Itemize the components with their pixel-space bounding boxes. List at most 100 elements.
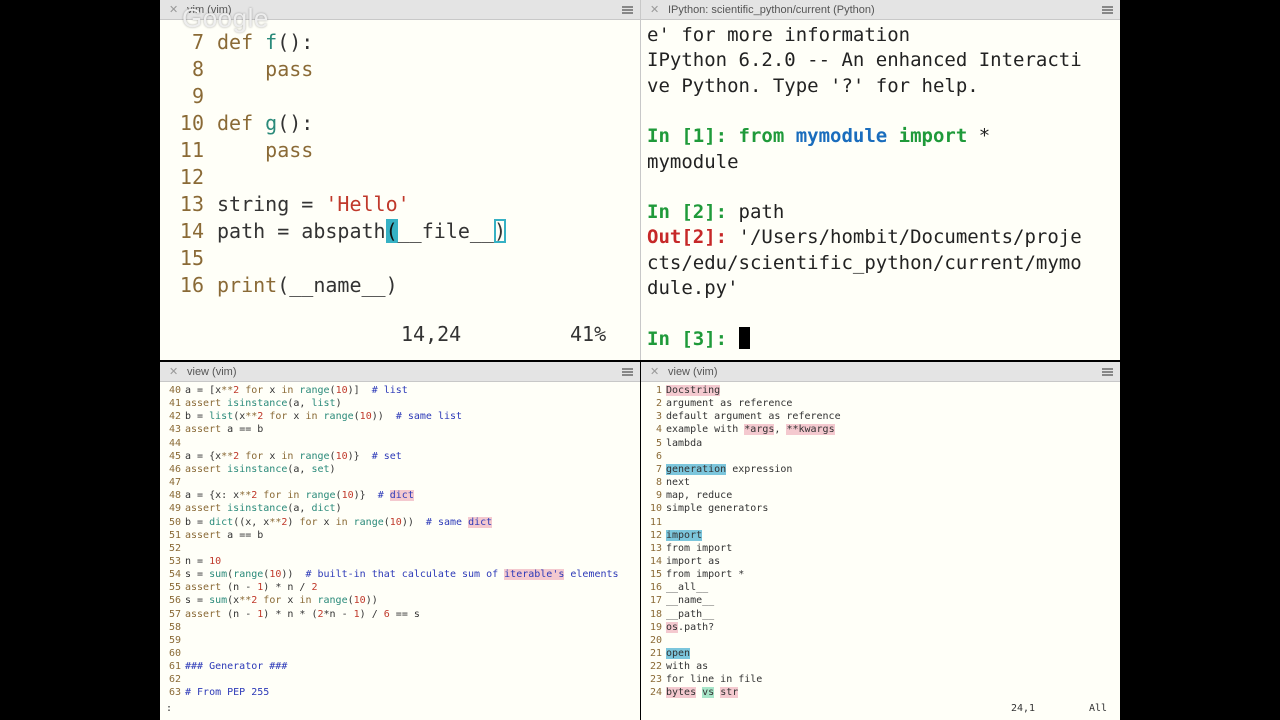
- code-line[interactable]: 14 import as: [641, 555, 720, 568]
- line-number: 47: [168, 477, 181, 489]
- code-line[interactable]: 22 with as: [641, 660, 708, 673]
- code-line[interactable]: 40 a = [x**2 for x in range(10)] # list: [160, 384, 408, 397]
- code-line[interactable]: 16 __all__: [641, 581, 708, 594]
- code-line[interactable]: 52: [160, 542, 185, 555]
- close-icon[interactable]: ✕: [169, 3, 178, 16]
- hamburger-icon[interactable]: [1102, 6, 1113, 14]
- code-token: 10: [341, 490, 354, 502]
- code-line[interactable]: 45 a = {x**2 for x in range(10)} # set: [160, 450, 402, 463]
- code-line[interactable]: 17 __name__: [641, 594, 714, 607]
- editor-line[interactable]: 11 pass: [160, 137, 313, 164]
- code-line[interactable]: 13 from import: [641, 542, 732, 555]
- code-line[interactable]: 41 assert isinstance(a, list): [160, 397, 342, 410]
- code-line[interactable]: 58: [160, 621, 185, 634]
- code-line[interactable]: 48 a = {x: x**2 for in range(10)} # dict: [160, 489, 414, 502]
- code-line[interactable]: 63 # From PEP 255: [160, 686, 269, 699]
- code-line[interactable]: 44: [160, 437, 185, 450]
- code-line[interactable]: 55 assert (n - 1) * n / 2: [160, 581, 318, 594]
- code-line[interactable]: 3 default argument as reference: [641, 410, 841, 423]
- view-left-pane[interactable]: ✕ view (vim) 40 a = [x**2 for x in range(…: [160, 362, 640, 720]
- code-line[interactable]: 21 open: [641, 647, 691, 660]
- close-icon[interactable]: ✕: [169, 365, 178, 378]
- code-token: ): [287, 516, 300, 528]
- editor-line[interactable]: 15: [160, 245, 217, 272]
- code-line[interactable]: 62: [160, 673, 185, 686]
- code-line[interactable]: 43 assert a == b: [160, 423, 263, 436]
- code-line[interactable]: 18 __path__: [641, 608, 714, 621]
- code-line[interactable]: 20: [641, 634, 666, 647]
- line-number: 14: [179, 219, 204, 243]
- code-token: in: [305, 411, 324, 423]
- editor-line[interactable]: 16 print(__name__): [160, 272, 398, 299]
- command-line[interactable]: :: [166, 703, 172, 714]
- editor-line[interactable]: 8 pass: [160, 56, 313, 83]
- editor-buffer[interactable]: 7 def f(): 8 pass 9 10 def g(): 11 pass 12 13 str…: [160, 20, 640, 360]
- line-number: 7: [655, 463, 662, 475]
- code-token: os: [666, 621, 679, 633]
- console-text: e' for more information: [647, 24, 911, 46]
- editor-line[interactable]: 10 def g():: [160, 110, 313, 137]
- editor-line[interactable]: 9: [160, 83, 217, 110]
- code-line[interactable]: 15 from import *: [641, 568, 744, 581]
- code-line[interactable]: 42 b = list(x**2 for x in range(10)) # sa…: [160, 410, 462, 423]
- line-number: 1: [655, 385, 662, 396]
- code-line[interactable]: 53 n = 10: [160, 555, 221, 568]
- code-token: a == b: [227, 424, 264, 436]
- code-line[interactable]: 60: [160, 647, 185, 660]
- code-token: **: [221, 450, 234, 462]
- code-line[interactable]: 9 map, reduce: [641, 489, 732, 502]
- code-line[interactable]: 54 s = sum(range(10)) # built-in that cal…: [160, 568, 619, 581]
- editor-line[interactable]: 13 string = 'Hello': [160, 191, 410, 218]
- right-letterbox: [1120, 0, 1280, 720]
- editor-line[interactable]: 14 path = abspath(__file__): [160, 218, 506, 245]
- code-line[interactable]: 50 b = dict((x, x**2) for x in range(10))…: [160, 516, 493, 529]
- code-line[interactable]: 24 bytes vs str: [641, 686, 739, 699]
- code-line[interactable]: 11: [641, 516, 666, 529]
- code-line[interactable]: 12 import: [641, 529, 703, 542]
- ipython-console[interactable]: e' for more information IPython 6.2.0 -- …: [647, 20, 1120, 360]
- code-line[interactable]: 19 os.path?: [641, 621, 714, 634]
- code-token: lambda: [666, 437, 703, 449]
- code-line[interactable]: 2 argument as reference: [641, 397, 792, 410]
- code-line[interactable]: 57 assert (n - 1) * n * (2*n - 1) / 6 == …: [160, 608, 420, 621]
- code-line[interactable]: 8 next: [641, 476, 690, 489]
- code-line[interactable]: 47: [160, 476, 185, 489]
- code-line[interactable]: 56 s = sum(x**2 for x in range(10)): [160, 594, 378, 607]
- code-token: assert: [185, 529, 228, 541]
- code-token: 10: [269, 569, 282, 581]
- view-right-buffer[interactable]: 1 Docstring 2 argument as reference 3 default…: [641, 382, 1120, 720]
- code-line[interactable]: 4 example with *args, **kwargs: [641, 423, 835, 436]
- code-line[interactable]: 6: [641, 450, 666, 463]
- line-number: 43: [168, 424, 181, 436]
- line-number: 16: [649, 582, 662, 594]
- input-prompt: In [2]:: [647, 201, 739, 224]
- code-line[interactable]: 10 simple generators: [641, 502, 768, 515]
- line-number: 51: [168, 529, 181, 541]
- hamburger-icon[interactable]: [622, 368, 633, 376]
- ipython-pane[interactable]: ✕ IPython: scientific_python/current (Py…: [640, 0, 1120, 360]
- code-token: set: [311, 463, 330, 475]
- view-right-pane[interactable]: ✕ view (vim) 1 Docstring 2 argument as refe…: [641, 362, 1120, 720]
- line-number: 12: [649, 529, 662, 541]
- code-token: ():: [277, 30, 314, 54]
- vim-editor-pane[interactable]: ✕ vim (vim) 7 def f(): 8 pass 9 10 def g(): 11…: [160, 0, 640, 360]
- close-icon[interactable]: ✕: [650, 3, 659, 16]
- code-token: for: [263, 411, 294, 423]
- code-line[interactable]: 51 assert a == b: [160, 529, 263, 542]
- code-line[interactable]: 23 for line in file: [641, 673, 762, 686]
- code-line[interactable]: 46 assert isinstance(a, set): [160, 463, 336, 476]
- code-line[interactable]: 49 assert isinstance(a, dict): [160, 502, 342, 515]
- text-cursor: [738, 326, 750, 349]
- code-token: in: [281, 385, 300, 396]
- hamburger-icon[interactable]: [1102, 368, 1113, 376]
- hamburger-icon[interactable]: [622, 6, 633, 14]
- code-line[interactable]: 61 ### Generator ###: [160, 660, 287, 673]
- code-line[interactable]: 59: [160, 634, 185, 647]
- editor-line[interactable]: 12: [160, 164, 217, 191]
- close-icon[interactable]: ✕: [650, 365, 659, 378]
- code-token: range: [299, 385, 330, 396]
- code-line[interactable]: 1 Docstring: [641, 384, 721, 397]
- code-line[interactable]: 5 lambda: [641, 437, 702, 450]
- view-left-buffer[interactable]: 40 a = [x**2 for x in range(10)] # list 41…: [160, 382, 640, 720]
- code-line[interactable]: 7 generation expression: [641, 463, 792, 476]
